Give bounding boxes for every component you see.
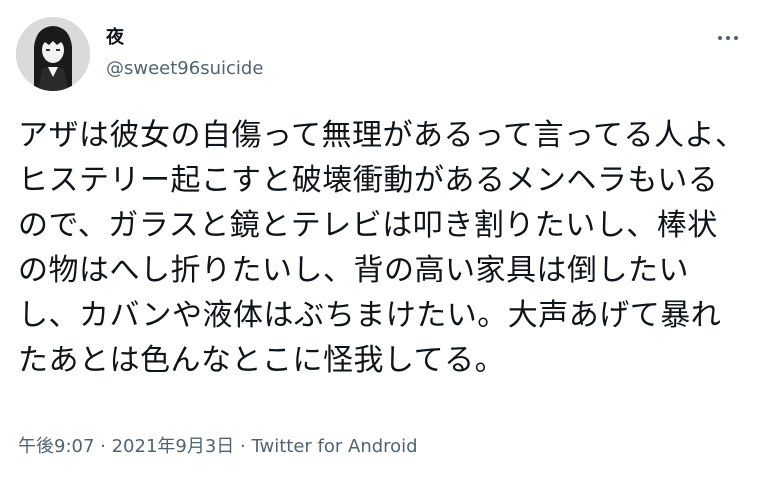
meta-separator: · [94,436,112,457]
tweet-source-link[interactable]: Twitter for Android [251,436,417,457]
tweet-metadata: 午後9:07 · 2021年9月3日 · Twitter for Android [18,435,418,459]
tweet-date-link[interactable]: 2021年9月3日 [112,436,235,457]
more-options-icon-dot-3 [734,36,738,40]
more-options-button[interactable] [710,26,746,50]
display-name[interactable]: 夜 [106,26,124,50]
user-handle[interactable]: @sweet96suicide [106,57,263,81]
more-options-icon-dot-2 [726,36,730,40]
avatar[interactable] [16,17,90,91]
tweet-time-link[interactable]: 午後9:07 [18,436,94,457]
meta-separator-2: · [234,436,252,457]
avatar-portrait-icon [16,17,90,91]
tweet-card: 夜 @sweet96suicide アザは彼女の自傷って無理があるって言ってる人… [0,0,758,480]
more-options-icon [718,36,722,40]
tweet-text: アザは彼女の自傷って無理があるって言ってる人よ、ヒステリー起こすと破壊衝動がある… [18,118,746,378]
